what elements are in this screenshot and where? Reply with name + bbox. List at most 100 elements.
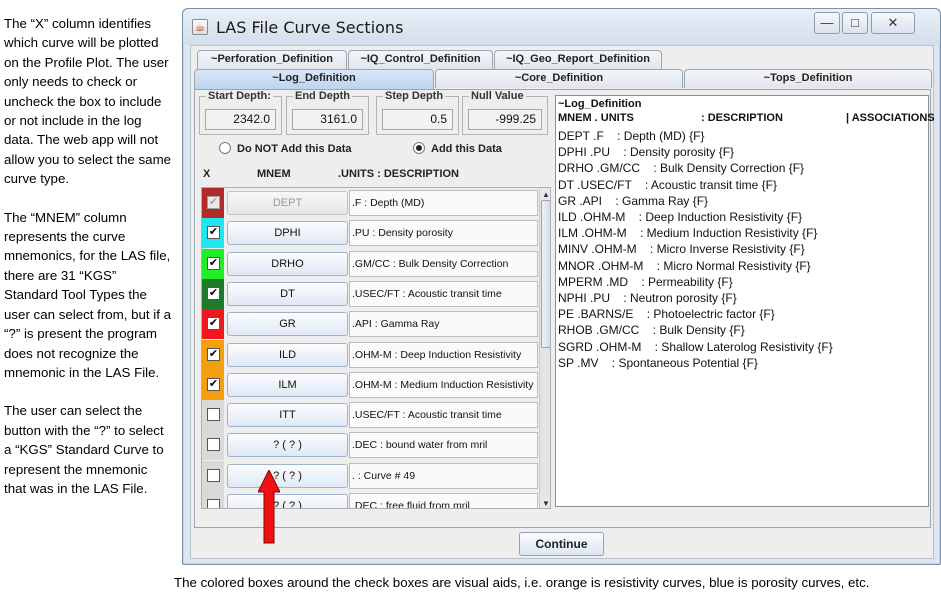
null-value-field[interactable]: -999.25 [468, 109, 542, 130]
textarea-subheader-desc: : DESCRIPTION [701, 112, 783, 124]
curve-checkbox[interactable]: ✔ [207, 226, 220, 240]
curve-color-box: ✔ [202, 218, 224, 249]
curve-color-box: ✔ [202, 248, 224, 279]
java-app-icon: ☕ [192, 19, 208, 35]
end-depth-field[interactable]: 3161.0 [292, 109, 363, 130]
curve-description: .PU : Density porosity [349, 220, 538, 247]
curve-mnemonic-button[interactable]: ILD [227, 342, 348, 367]
tab-tops-definition[interactable]: ~Tops_Definition [684, 69, 932, 88]
end-depth-group: End Depth 3161.0 [286, 90, 369, 135]
textarea-line: GR .API : Gamma Ray {F} [558, 193, 709, 208]
curve-list[interactable]: ✔ DEPT .F : Depth (MD) ✔ DPHI .PU : Density p… [201, 187, 551, 509]
do-not-add-label: Do NOT Add this Data [237, 143, 352, 155]
add-data-radio[interactable] [413, 142, 425, 155]
curve-mnemonic-button[interactable]: GR [227, 312, 348, 337]
curve-mnemonic-button[interactable]: ILM [227, 372, 348, 397]
scroll-down-icon[interactable]: ▼ [540, 497, 550, 508]
textarea-line: DPHI .PU : Density porosity {F} [558, 145, 735, 160]
curve-checkbox[interactable] [207, 468, 220, 482]
curve-checkbox[interactable] [207, 438, 220, 452]
curve-mnemonic-button[interactable]: ? ( ? ) [227, 463, 348, 488]
curve-row: ✔ DPHI .PU : Density porosity [202, 218, 538, 249]
curve-checkbox[interactable]: ✔ [207, 377, 220, 391]
step-depth-label: Step Depth [383, 90, 446, 102]
tab-iq-geo-report-definition[interactable]: ~IQ_Geo_Report_Definition [494, 50, 662, 69]
tab-iq-control-definition[interactable]: ~IQ_Control_Definition [348, 50, 493, 69]
textarea-line: RHOB .GM/CC : Bulk Density {F} [558, 323, 745, 338]
note-mnem-column: The “MNEM” column represents the curve m… [4, 209, 172, 380]
red-arrow-up-icon [258, 470, 280, 544]
null-value-label: Null Value [469, 90, 526, 102]
step-depth-group: Step Depth 0.5 [376, 90, 459, 135]
textarea-line: SP .MV : Spontaneous Potential {F} [558, 355, 758, 370]
curve-description: .API : Gamma Ray [349, 311, 538, 338]
curve-checkbox: ✔ [207, 196, 220, 209]
curve-color-box: ✔ [202, 309, 224, 340]
do-not-add-radio[interactable] [219, 142, 231, 155]
step-depth-field[interactable]: 0.5 [382, 109, 453, 130]
curve-checkbox[interactable] [207, 499, 220, 508]
textarea-line: PE .BARNS/E : Photoelectric factor {F} [558, 307, 775, 322]
note-x-column: The “X” column identifies which curve wi… [4, 16, 172, 187]
curve-mnemonic-button[interactable]: DT [227, 281, 348, 306]
title-bar[interactable]: ☕ LAS File Curve Sections — □ ✕ [183, 9, 940, 45]
log-definition-textarea[interactable]: ~Log_Definition MNEM . UNITS : DESCRIPTI… [555, 95, 935, 507]
minimize-button[interactable]: — [814, 12, 840, 34]
curve-description: .DEC : free fluid from mril [349, 493, 538, 508]
column-header-units-description: .UNITS : DESCRIPTION [338, 168, 460, 180]
curve-row: ✔ DRHO .GM/CC : Bulk Density Correction [202, 248, 538, 279]
curve-mnemonic-button[interactable]: ? ( ? ) [227, 494, 348, 508]
curve-description: .USEC/FT : Acoustic transit time [349, 402, 538, 429]
curve-description: . : Curve # 49 [349, 462, 538, 489]
curve-checkbox[interactable]: ✔ [207, 347, 220, 361]
curve-mnemonic-button[interactable]: ITT [227, 403, 348, 428]
curve-description: .OHM-M : Medium Induction Resistivity [349, 371, 538, 398]
note-colored-boxes: The colored boxes around the check boxes… [174, 575, 870, 590]
add-data-option[interactable]: Add this Data [413, 142, 502, 159]
textarea-line: DEPT .F : Depth (MD) {F} [558, 129, 705, 143]
curve-color-box: ✔ [202, 369, 224, 400]
curve-checkbox[interactable]: ✔ [207, 256, 220, 270]
note-select-button: The user can select the button with the … [4, 403, 164, 496]
maximize-button[interactable]: □ [842, 12, 868, 34]
curve-row: ? ( ? ) .DEC : bound water from mril [202, 430, 538, 461]
column-header-x: X [203, 168, 211, 180]
scrollbar-thumb[interactable] [541, 200, 550, 348]
curve-row: ✔ GR .API : Gamma Ray [202, 309, 538, 340]
curve-color-box [202, 400, 224, 431]
las-curve-window: ☕ LAS File Curve Sections — □ ✕ ~Perfora… [182, 8, 941, 565]
curve-description: .GM/CC : Bulk Density Correction [349, 250, 538, 277]
curve-mnemonic-button[interactable]: DPHI [227, 221, 348, 246]
explanation-notes: The “X” column identifies which curve wi… [4, 14, 172, 517]
curve-color-box [202, 460, 224, 491]
curve-mnemonic-button[interactable]: DRHO [227, 251, 348, 276]
log-definition-panel: Start Depth: 2342.0 End Depth 3161.0 Ste… [194, 89, 935, 528]
curve-mnemonic-button[interactable]: ? ( ? ) [227, 433, 348, 458]
textarea-line: MPERM .MD : Permeability {F} [558, 274, 733, 289]
textarea-line: SGRD .OHM-M : Shallow Laterolog Resistiv… [558, 339, 833, 354]
window-title: LAS File Curve Sections [216, 18, 404, 37]
curve-row: ? ( ? ) .DEC : free fluid from mril [202, 491, 538, 508]
curve-color-box: ✔ [202, 188, 224, 218]
tab-core-definition[interactable]: ~Core_Definition [435, 69, 683, 88]
curve-color-box: ✔ [202, 278, 224, 309]
continue-button[interactable]: Continue [519, 532, 604, 556]
tab-log-definition[interactable]: ~Log_Definition [194, 69, 434, 90]
curve-checkbox[interactable]: ✔ [207, 286, 220, 300]
close-button[interactable]: ✕ [871, 12, 915, 34]
do-not-add-option[interactable]: Do NOT Add this Data [219, 142, 352, 159]
curve-checkbox[interactable] [207, 408, 220, 422]
textarea-line: ILD .OHM-M : Deep Induction Resistivity … [558, 210, 803, 225]
start-depth-field[interactable]: 2342.0 [205, 109, 276, 130]
curve-checkbox[interactable]: ✔ [207, 317, 220, 331]
curve-list-scrollbar[interactable]: ▲ ▼ [539, 188, 550, 508]
textarea-line: DRHO .GM/CC : Bulk Density Correction {F… [558, 161, 805, 176]
add-data-label: Add this Data [431, 143, 502, 155]
textarea-heading: ~Log_Definition [558, 98, 642, 110]
curve-description: .DEC : bound water from mril [349, 432, 538, 459]
window-content: ~Perforation_Definition ~IQ_Control_Defi… [190, 45, 935, 559]
tab-perforation-definition[interactable]: ~Perforation_Definition [197, 50, 347, 69]
textarea-line: ILM .OHM-M : Medium Induction Resistivit… [558, 226, 818, 241]
null-value-group: Null Value -999.25 [462, 90, 548, 135]
curve-description: .OHM-M : Deep Induction Resistivity [349, 341, 538, 368]
